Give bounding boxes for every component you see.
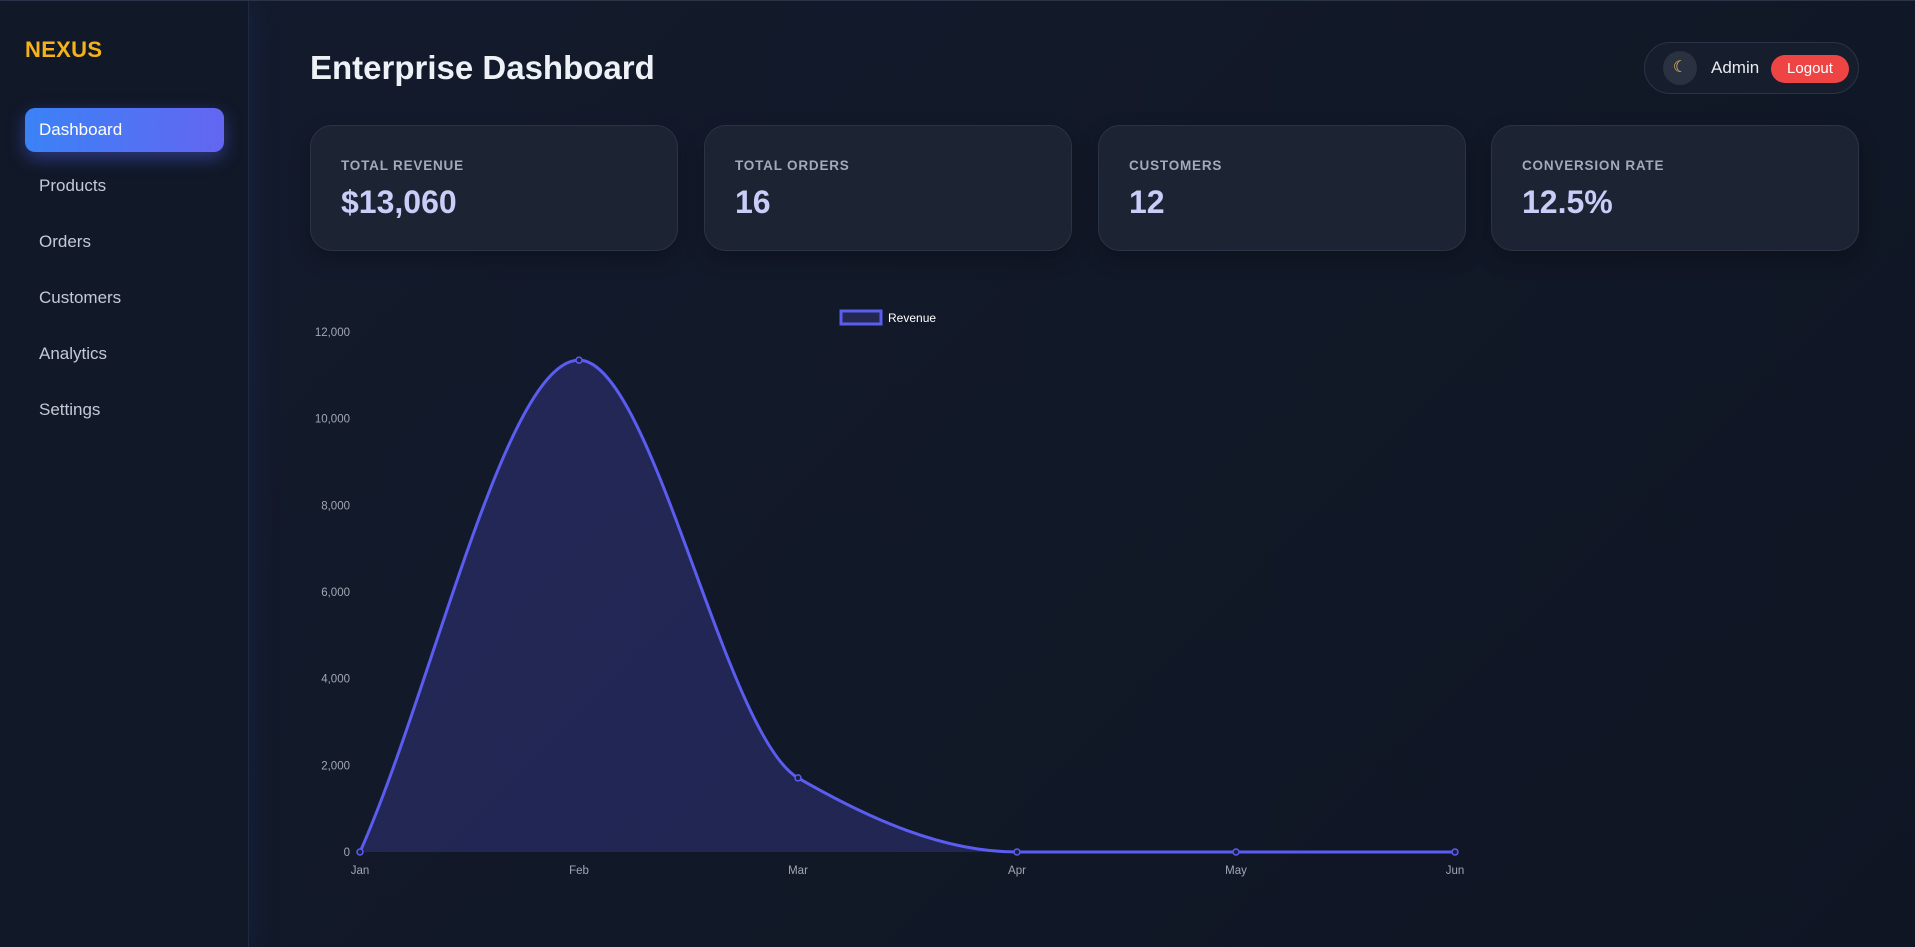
moon-icon[interactable]: ☾ [1663, 51, 1697, 85]
stat-card-conversion-rate: CONVERSION RATE 12.5% [1491, 125, 1859, 251]
revenue-data-point [356, 848, 364, 856]
legend-swatch [839, 309, 883, 326]
legend-label: Revenue [888, 311, 936, 325]
x-tick-label: May [1225, 865, 1247, 877]
sidebar-item-analytics[interactable]: Analytics [25, 332, 224, 376]
stat-label: CONVERSION RATE [1522, 158, 1665, 173]
stat-card-total-orders: TOTAL ORDERS 16 [704, 125, 1072, 251]
x-tick-label: Feb [569, 865, 589, 877]
stat-value: 12.5% [1522, 184, 1613, 220]
revenue-data-point [575, 356, 583, 364]
app-logo: NEXUS [25, 37, 103, 62]
user-name: Admin [1711, 58, 1760, 77]
stat-label: CUSTOMERS [1129, 158, 1223, 173]
revenue-area-fill [360, 360, 1455, 852]
sidebar-nav: Dashboard Products Orders Customers Anal… [25, 108, 224, 444]
stat-value: 16 [735, 184, 771, 220]
y-tick-label: 2,000 [321, 760, 350, 772]
y-tick-label: 4,000 [321, 674, 350, 686]
x-tick-label: Jan [351, 865, 370, 877]
stat-label: TOTAL ORDERS [735, 158, 850, 173]
chart-legend: Revenue [839, 309, 936, 326]
stat-label: TOTAL REVENUE [341, 158, 464, 173]
stat-card-customers: CUSTOMERS 12 [1098, 125, 1466, 251]
y-tick-label: 8,000 [321, 500, 350, 512]
revenue-data-point [1232, 848, 1240, 856]
revenue-chart: 0 2,000 4,000 6,000 8,000 10,000 12,000 Jan Feb M… [315, 309, 1465, 877]
y-tick-label: 10,000 [315, 414, 350, 426]
sidebar-item-products[interactable]: Products [25, 164, 224, 208]
y-tick-label: 0 [344, 847, 350, 859]
sidebar-item-dashboard[interactable]: Dashboard [25, 108, 224, 152]
logout-button[interactable]: Logout [1771, 55, 1849, 83]
user-menu: ☾ Admin Logout [1644, 42, 1859, 94]
x-tick-label: Apr [1008, 865, 1026, 877]
y-tick-label: 12,000 [315, 327, 350, 339]
y-tick-label: 6,000 [321, 587, 350, 599]
stat-value: $13,060 [341, 184, 457, 220]
revenue-data-point [1451, 848, 1459, 856]
revenue-data-point [1013, 848, 1021, 856]
page-title: Enterprise Dashboard [310, 49, 655, 86]
sidebar: NEXUS Dashboard Products Orders Customer… [0, 1, 249, 947]
x-tick-label: Jun [1446, 865, 1465, 877]
sidebar-item-orders[interactable]: Orders [25, 220, 224, 264]
stat-card-total-revenue: TOTAL REVENUE $13,060 [310, 125, 678, 251]
revenue-data-point [794, 774, 802, 782]
x-tick-label: Mar [788, 865, 808, 877]
sidebar-item-customers[interactable]: Customers [25, 276, 224, 320]
sidebar-item-settings[interactable]: Settings [25, 388, 224, 432]
stat-value: 12 [1129, 184, 1165, 220]
app-window: NEXUS Dashboard Products Orders Customer… [0, 0, 1915, 947]
